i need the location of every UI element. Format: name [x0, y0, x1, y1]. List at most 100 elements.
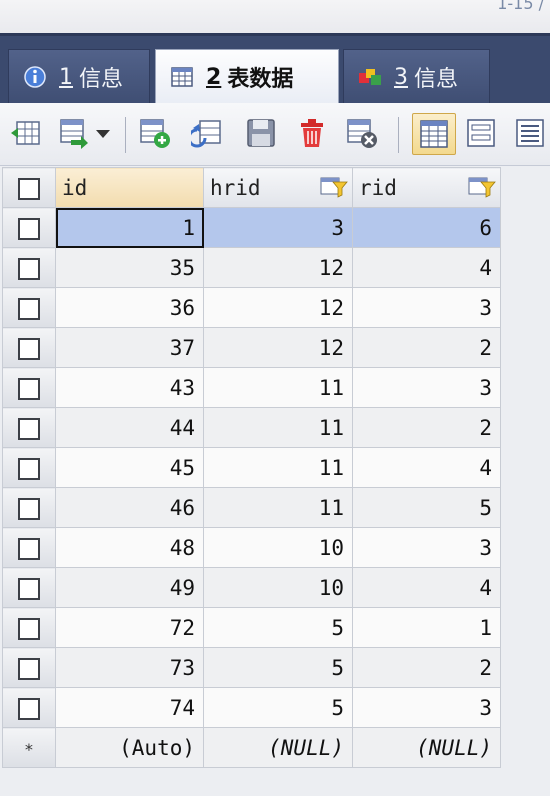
cell-id[interactable]: 48 — [55, 527, 204, 568]
cell-hrid[interactable]: 12 — [203, 287, 353, 328]
new-row-cell-hrid[interactable]: (NULL) — [203, 727, 353, 768]
cell-id[interactable]: 44 — [55, 407, 204, 448]
cell-id[interactable]: 46 — [55, 487, 204, 528]
table-row[interactable]: 43 11 3 — [2, 367, 501, 408]
row-checkbox[interactable] — [18, 617, 40, 640]
save-button[interactable] — [243, 115, 279, 151]
cell-rid[interactable]: 2 — [352, 407, 501, 448]
row-checkbox[interactable] — [18, 377, 40, 400]
cell-id[interactable]: 37 — [55, 327, 204, 368]
cell-id[interactable]: 36 — [55, 287, 204, 328]
cell-hrid[interactable]: 11 — [203, 447, 353, 488]
text-view-button[interactable] — [512, 115, 548, 151]
row-checkbox[interactable] — [18, 457, 40, 480]
row-checkbox-cell[interactable] — [2, 527, 56, 568]
filter-icon[interactable] — [320, 176, 348, 198]
table-row[interactable]: 49 10 4 — [2, 567, 501, 608]
column-header-id[interactable]: id — [55, 167, 204, 208]
cell-hrid[interactable]: 5 — [203, 607, 353, 648]
row-checkbox-cell[interactable] — [2, 247, 56, 288]
cell-rid[interactable]: 5 — [352, 487, 501, 528]
cell-rid[interactable]: 3 — [352, 527, 501, 568]
cell-id[interactable]: 73 — [55, 647, 204, 688]
row-checkbox[interactable] — [18, 577, 40, 600]
filter-icon[interactable] — [468, 176, 496, 198]
cell-hrid[interactable]: 10 — [203, 567, 353, 608]
refresh-button[interactable] — [190, 115, 226, 151]
cell-rid[interactable]: 3 — [352, 367, 501, 408]
cell-hrid[interactable]: 11 — [203, 407, 353, 448]
cell-id[interactable]: 35 — [55, 247, 204, 288]
cell-rid[interactable]: 2 — [352, 647, 501, 688]
table-row[interactable]: 73 5 2 — [2, 647, 501, 688]
row-checkbox[interactable] — [18, 657, 40, 680]
table-row[interactable]: 37 12 2 — [2, 327, 501, 368]
grid-view-button[interactable] — [412, 113, 456, 155]
cell-rid[interactable]: 4 — [352, 447, 501, 488]
cell-hrid[interactable]: 11 — [203, 487, 353, 528]
cancel-changes-button[interactable] — [344, 115, 380, 151]
cell-hrid[interactable]: 3 — [203, 207, 353, 248]
view-format-button[interactable] — [56, 115, 92, 151]
cell-rid[interactable]: 3 — [352, 287, 501, 328]
table-row[interactable]: 36 12 3 — [2, 287, 501, 328]
row-checkbox[interactable] — [18, 417, 40, 440]
tab-info-3[interactable]: 3 信息 — [343, 49, 490, 104]
row-checkbox[interactable] — [18, 537, 40, 560]
table-row[interactable]: 46 11 5 — [2, 487, 501, 528]
row-checkbox[interactable] — [18, 697, 40, 720]
row-checkbox-cell[interactable] — [2, 207, 56, 248]
row-checkbox-cell[interactable] — [2, 367, 56, 408]
column-header-hrid[interactable]: hrid — [203, 167, 353, 208]
row-checkbox-cell[interactable] — [2, 287, 56, 328]
table-row[interactable]: 1 3 6 — [2, 207, 501, 248]
column-header-rid[interactable]: rid — [352, 167, 501, 208]
row-checkbox[interactable] — [18, 337, 40, 360]
row-checkbox[interactable] — [18, 297, 40, 320]
cell-rid[interactable]: 4 — [352, 567, 501, 608]
cell-id[interactable]: 1 — [55, 207, 204, 248]
delete-button[interactable] — [294, 115, 330, 151]
row-checkbox[interactable] — [18, 257, 40, 280]
cell-rid[interactable]: 1 — [352, 607, 501, 648]
table-row[interactable]: 35 12 4 — [2, 247, 501, 288]
table-row[interactable]: 45 11 4 — [2, 447, 501, 488]
cell-hrid[interactable]: 10 — [203, 527, 353, 568]
row-checkbox[interactable] — [18, 217, 40, 240]
table-row[interactable]: 48 10 3 — [2, 527, 501, 568]
cell-rid[interactable]: 2 — [352, 327, 501, 368]
cell-hrid[interactable]: 11 — [203, 367, 353, 408]
new-row[interactable]: * (Auto) (NULL) (NULL) — [2, 727, 501, 768]
cell-rid[interactable]: 3 — [352, 687, 501, 728]
view-format-dropdown[interactable] — [92, 115, 114, 151]
form-view-button[interactable] — [463, 115, 499, 151]
row-checkbox-cell[interactable] — [2, 327, 56, 368]
tab-table-data[interactable]: 2 表数据 — [155, 49, 339, 104]
cell-hrid[interactable]: 12 — [203, 327, 353, 368]
new-row-cell-rid[interactable]: (NULL) — [352, 727, 501, 768]
cell-hrid[interactable]: 5 — [203, 647, 353, 688]
tab-info-1[interactable]: 1 信息 — [8, 49, 150, 104]
row-checkbox-cell[interactable] — [2, 647, 56, 688]
cell-id[interactable]: 72 — [55, 607, 204, 648]
row-checkbox-cell[interactable] — [2, 407, 56, 448]
row-checkbox-cell[interactable] — [2, 487, 56, 528]
cell-rid[interactable]: 4 — [352, 247, 501, 288]
cell-id[interactable]: 43 — [55, 367, 204, 408]
add-row-button[interactable] — [137, 115, 173, 151]
cell-id[interactable]: 49 — [55, 567, 204, 608]
row-checkbox-cell[interactable] — [2, 567, 56, 608]
select-all-header[interactable] — [2, 167, 56, 208]
row-checkbox-cell[interactable] — [2, 687, 56, 728]
new-row-cell-id[interactable]: (Auto) — [55, 727, 204, 768]
cell-hrid[interactable]: 5 — [203, 687, 353, 728]
table-row[interactable]: 74 5 3 — [2, 687, 501, 728]
cell-rid[interactable]: 6 — [352, 207, 501, 248]
cell-id[interactable]: 45 — [55, 447, 204, 488]
row-checkbox-cell[interactable] — [2, 607, 56, 648]
row-checkbox-cell[interactable] — [2, 447, 56, 488]
insert-row-button[interactable] — [8, 115, 44, 151]
table-row[interactable]: 44 11 2 — [2, 407, 501, 448]
table-row[interactable]: 72 5 1 — [2, 607, 501, 648]
cell-hrid[interactable]: 12 — [203, 247, 353, 288]
